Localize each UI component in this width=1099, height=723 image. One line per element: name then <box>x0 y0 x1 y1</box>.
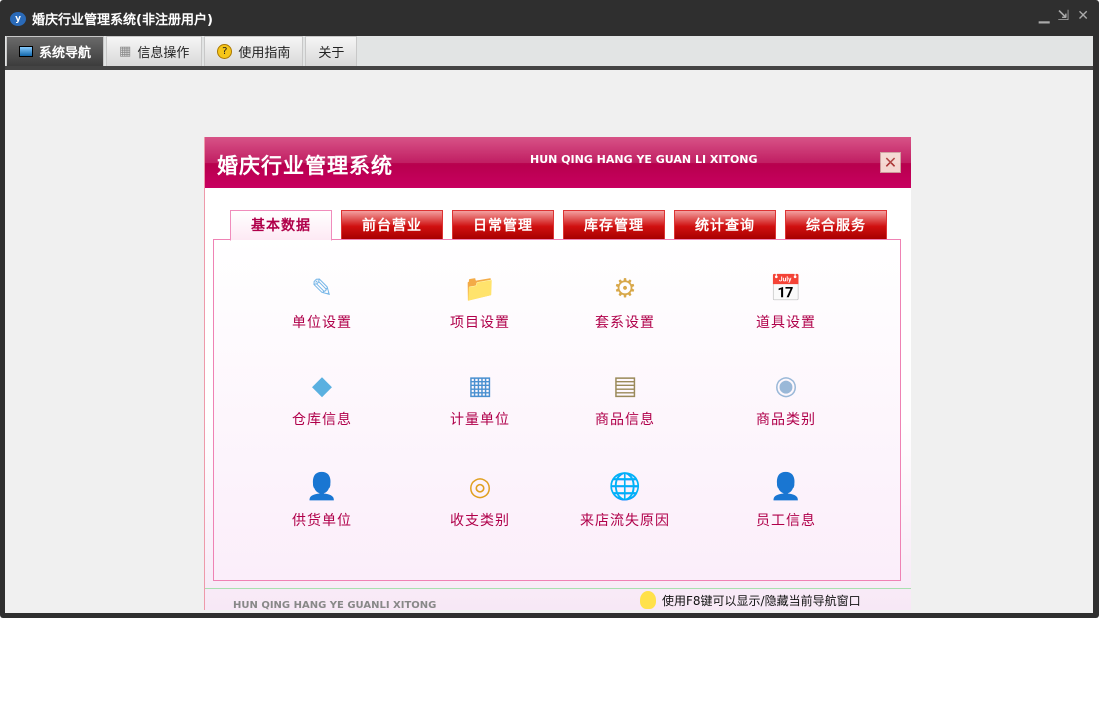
nav-item-label: 来店流失原因 <box>580 513 670 529</box>
nav-item-label: 项目设置 <box>450 315 510 331</box>
nav-item-label: 员工信息 <box>756 513 816 529</box>
nav-item-label: 套系设置 <box>595 315 655 331</box>
nav-item[interactable]: ◆ 仓库信息 <box>262 367 382 429</box>
nav-item[interactable]: 👤 员工信息 <box>726 468 846 530</box>
nav-item-icon: ▦ <box>467 371 493 401</box>
nav-item-label: 计量单位 <box>450 412 510 428</box>
panel-tab[interactable]: 基本数据 <box>230 210 332 241</box>
nav-panel: 婚庆行业管理系统 HUN QING HANG YE GUAN LI XITONG… <box>204 137 911 610</box>
nav-item-icon: 👤 <box>769 472 803 502</box>
nav-item[interactable]: ◎ 收支类别 <box>420 468 540 530</box>
title-bar: y 婚庆行业管理系统(非注册用户) <box>10 9 213 28</box>
tab-system-nav[interactable]: 系统导航 <box>6 36 105 66</box>
nav-item-icon: ◎ <box>468 472 492 502</box>
nav-item-label: 单位设置 <box>292 315 352 331</box>
window-title: 婚庆行业管理系统(非注册用户) <box>32 13 213 28</box>
lightbulb-icon <box>640 591 656 609</box>
panel-title: 婚庆行业管理系统 <box>217 154 393 178</box>
footer-brand: HUN QING HANG YE GUANLI XITONG <box>233 600 437 610</box>
nav-item[interactable]: ⚙ 套系设置 <box>565 270 685 332</box>
nav-item-icon: ⚙ <box>613 274 637 304</box>
footer-hint: 使用F8键可以显示/隐藏当前导航窗口 <box>662 593 861 608</box>
nav-item-icon: 👤 <box>305 472 339 502</box>
panel-tabs: 基本数据 前台营业 日常管理 库存管理 统计查询 综合服务 <box>230 210 887 241</box>
nav-item-icon: 🌐 <box>608 472 642 502</box>
nav-item[interactable]: 📅 道具设置 <box>726 270 846 332</box>
nav-item-label: 商品信息 <box>595 412 655 428</box>
tab-about[interactable]: 关于 <box>305 36 358 66</box>
nav-item-icon: 📅 <box>769 274 803 304</box>
panel-tab[interactable]: 综合服务 <box>785 210 887 240</box>
minimize-icon[interactable]: ▁ <box>1039 8 1050 24</box>
nav-item-icon: ◉ <box>774 371 798 401</box>
nav-item-label: 道具设置 <box>756 315 816 331</box>
nav-item-icon: ▤ <box>612 371 638 401</box>
nav-item-icon: ✎ <box>311 274 333 304</box>
panel-tab[interactable]: 前台营业 <box>341 210 443 240</box>
tab-guide[interactable]: ? 使用指南 <box>204 36 304 66</box>
help-icon: ? <box>217 44 233 59</box>
monitor-icon <box>19 46 33 57</box>
nav-item[interactable]: 👤 供货单位 <box>262 468 382 530</box>
grid-icon: ▦ <box>119 44 132 59</box>
nav-item-label: 商品类别 <box>756 412 816 428</box>
main-tabs: 系统导航 ▦ 信息操作 ? 使用指南 关于 <box>5 36 1093 66</box>
restore-icon[interactable]: ⇲ <box>1058 8 1070 24</box>
tab-label: 系统导航 <box>39 46 92 61</box>
tab-label: 关于 <box>318 46 345 61</box>
nav-item-icon: 📁 <box>463 274 497 304</box>
nav-item-label: 仓库信息 <box>292 412 352 428</box>
panel-tab[interactable]: 日常管理 <box>452 210 554 240</box>
panel-tab[interactable]: 库存管理 <box>563 210 665 240</box>
nav-item[interactable]: ✎ 单位设置 <box>262 270 382 332</box>
nav-item-label: 供货单位 <box>292 513 352 529</box>
nav-item[interactable]: ◉ 商品类别 <box>726 367 846 429</box>
nav-item[interactable]: 📁 项目设置 <box>420 270 540 332</box>
panel-footer: HUN QING HANG YE GUANLI XITONG 使用F8键可以显示… <box>205 588 911 610</box>
panel-subtitle: HUN QING HANG YE GUAN LI XITONG <box>530 153 758 166</box>
panel-tab[interactable]: 统计查询 <box>674 210 776 240</box>
tab-label: 信息操作 <box>137 46 190 61</box>
close-icon[interactable]: ✕ <box>1077 8 1089 24</box>
panel-grid: ✎ 单位设置 📁 项目设置 ⚙ 套系设置 📅 道具设置 ◆ 仓库信息 ▦ 计量单位 ▤ 商品信息 ◉ 商品类别… <box>213 239 901 581</box>
nav-item[interactable]: 🌐 来店流失原因 <box>565 468 685 530</box>
panel-header: 婚庆行业管理系统 HUN QING HANG YE GUAN LI XITONG… <box>205 137 911 188</box>
nav-item[interactable]: ▦ 计量单位 <box>420 367 540 429</box>
panel-close-button[interactable]: ✕ <box>880 152 901 173</box>
nav-item-label: 收支类别 <box>450 513 510 529</box>
nav-item[interactable]: ▤ 商品信息 <box>565 367 685 429</box>
tab-label: 使用指南 <box>238 46 291 61</box>
tab-info-ops[interactable]: ▦ 信息操作 <box>106 36 203 66</box>
app-logo-icon: y <box>10 11 26 26</box>
nav-item-icon: ◆ <box>312 371 332 401</box>
